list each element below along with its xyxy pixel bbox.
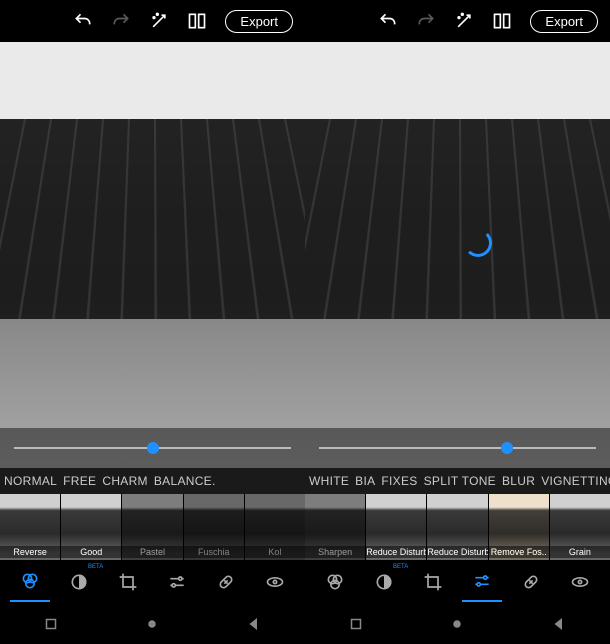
filter-thumbnail[interactable]: Kol [245, 494, 305, 560]
filter-label: Pastel [122, 546, 182, 558]
category-item[interactable]: BIA [355, 474, 375, 488]
tool-heal[interactable] [206, 562, 246, 602]
category-item[interactable]: FIXES [381, 474, 417, 488]
slider-row [0, 428, 305, 468]
filter-label: Good [61, 546, 121, 558]
filter-label: Kol [245, 546, 305, 558]
tool-row: BETA [305, 560, 610, 604]
undo-icon[interactable] [378, 11, 398, 31]
tool-crop[interactable] [413, 562, 453, 602]
undo-icon[interactable] [73, 11, 93, 31]
category-row[interactable]: WHITE BIA FIXES SPLIT TONE BLUR VIGNETTING [305, 468, 610, 494]
wand-icon[interactable] [149, 11, 169, 31]
tool-adjust[interactable] [157, 562, 197, 602]
editor-panel-right: Export WHITE BIA FIXES SPLIT TONE BLUR VIGNET… [305, 0, 610, 644]
nav-back-icon[interactable] [245, 615, 263, 633]
tool-eye[interactable] [560, 562, 600, 602]
tool-eye[interactable] [255, 562, 295, 602]
nav-recent-icon[interactable] [42, 615, 60, 633]
redo-icon[interactable] [111, 11, 131, 31]
filter-thumbnail[interactable]: Remove Fos.. [489, 494, 549, 560]
system-nav [0, 604, 305, 644]
export-button[interactable]: Export [530, 10, 598, 33]
photo-preview [305, 42, 610, 468]
category-item[interactable]: SPLIT TONE [424, 474, 496, 488]
filter-thumbnail[interactable]: Grain [550, 494, 610, 560]
redo-icon[interactable] [416, 11, 436, 31]
tool-corrections[interactable]: BETA [59, 562, 99, 602]
filter-label: Reduce Disturb [427, 546, 487, 558]
image-canvas[interactable] [0, 42, 305, 468]
photo-preview [0, 42, 305, 468]
intensity-slider[interactable] [319, 447, 596, 449]
category-row[interactable]: NORMAL FREE CHARM BALANCE. [0, 468, 305, 494]
filter-thumbnail[interactable]: Fuschia [184, 494, 244, 560]
nav-recent-icon[interactable] [347, 615, 365, 633]
category-item[interactable]: NORMAL [4, 474, 57, 488]
image-canvas[interactable] [305, 42, 610, 468]
category-item[interactable]: BLUR [502, 474, 535, 488]
system-nav [305, 604, 610, 644]
loading-spinner-icon [464, 229, 492, 257]
tool-adjust[interactable] [462, 562, 502, 602]
filter-label: Grain [550, 546, 610, 558]
compare-icon[interactable] [187, 11, 207, 31]
compare-icon[interactable] [492, 11, 512, 31]
export-button[interactable]: Export [225, 10, 293, 33]
tool-row: BETA [0, 560, 305, 604]
filter-label: Reduce Disturb.. [366, 546, 426, 558]
nav-home-icon[interactable] [448, 615, 466, 633]
intensity-slider[interactable] [14, 447, 291, 449]
category-item[interactable]: BALANCE. [154, 474, 216, 488]
tool-looks[interactable] [315, 562, 355, 602]
thumbnail-row[interactable]: SharpenReduce Disturb..Reduce DisturbRem… [305, 494, 610, 560]
topbar: Export [0, 0, 305, 42]
tool-crop[interactable] [108, 562, 148, 602]
filter-label: Remove Fos.. [489, 546, 549, 558]
filter-label: Reverse [0, 546, 60, 558]
filter-label: Sharpen [305, 546, 365, 558]
category-item[interactable]: FREE [63, 474, 96, 488]
tool-looks[interactable] [10, 562, 50, 602]
filter-thumbnail[interactable]: Reduce Disturb [427, 494, 487, 560]
tool-heal[interactable] [511, 562, 551, 602]
nav-home-icon[interactable] [143, 615, 161, 633]
topbar: Export [305, 0, 610, 42]
filter-thumbnail[interactable]: Reverse [0, 494, 60, 560]
filter-thumbnail[interactable]: Reduce Disturb.. [366, 494, 426, 560]
thumbnail-row[interactable]: ReverseGoodPastelFuschiaKol [0, 494, 305, 560]
filter-label: Fuschia [184, 546, 244, 558]
filter-thumbnail[interactable]: Good [61, 494, 121, 560]
slider-thumb[interactable] [501, 442, 513, 454]
category-item[interactable]: CHARM [102, 474, 148, 488]
editor-panel-left: Export NORMAL FREE CHARM BALANCE. ReverseGo… [0, 0, 305, 644]
filter-thumbnail[interactable]: Sharpen [305, 494, 365, 560]
category-item[interactable]: WHITE [309, 474, 349, 488]
slider-thumb[interactable] [147, 442, 159, 454]
slider-row [305, 428, 610, 468]
wand-icon[interactable] [454, 11, 474, 31]
tool-corrections[interactable]: BETA [364, 562, 404, 602]
nav-back-icon[interactable] [550, 615, 568, 633]
filter-thumbnail[interactable]: Pastel [122, 494, 182, 560]
category-item[interactable]: VIGNETTING [541, 474, 610, 488]
